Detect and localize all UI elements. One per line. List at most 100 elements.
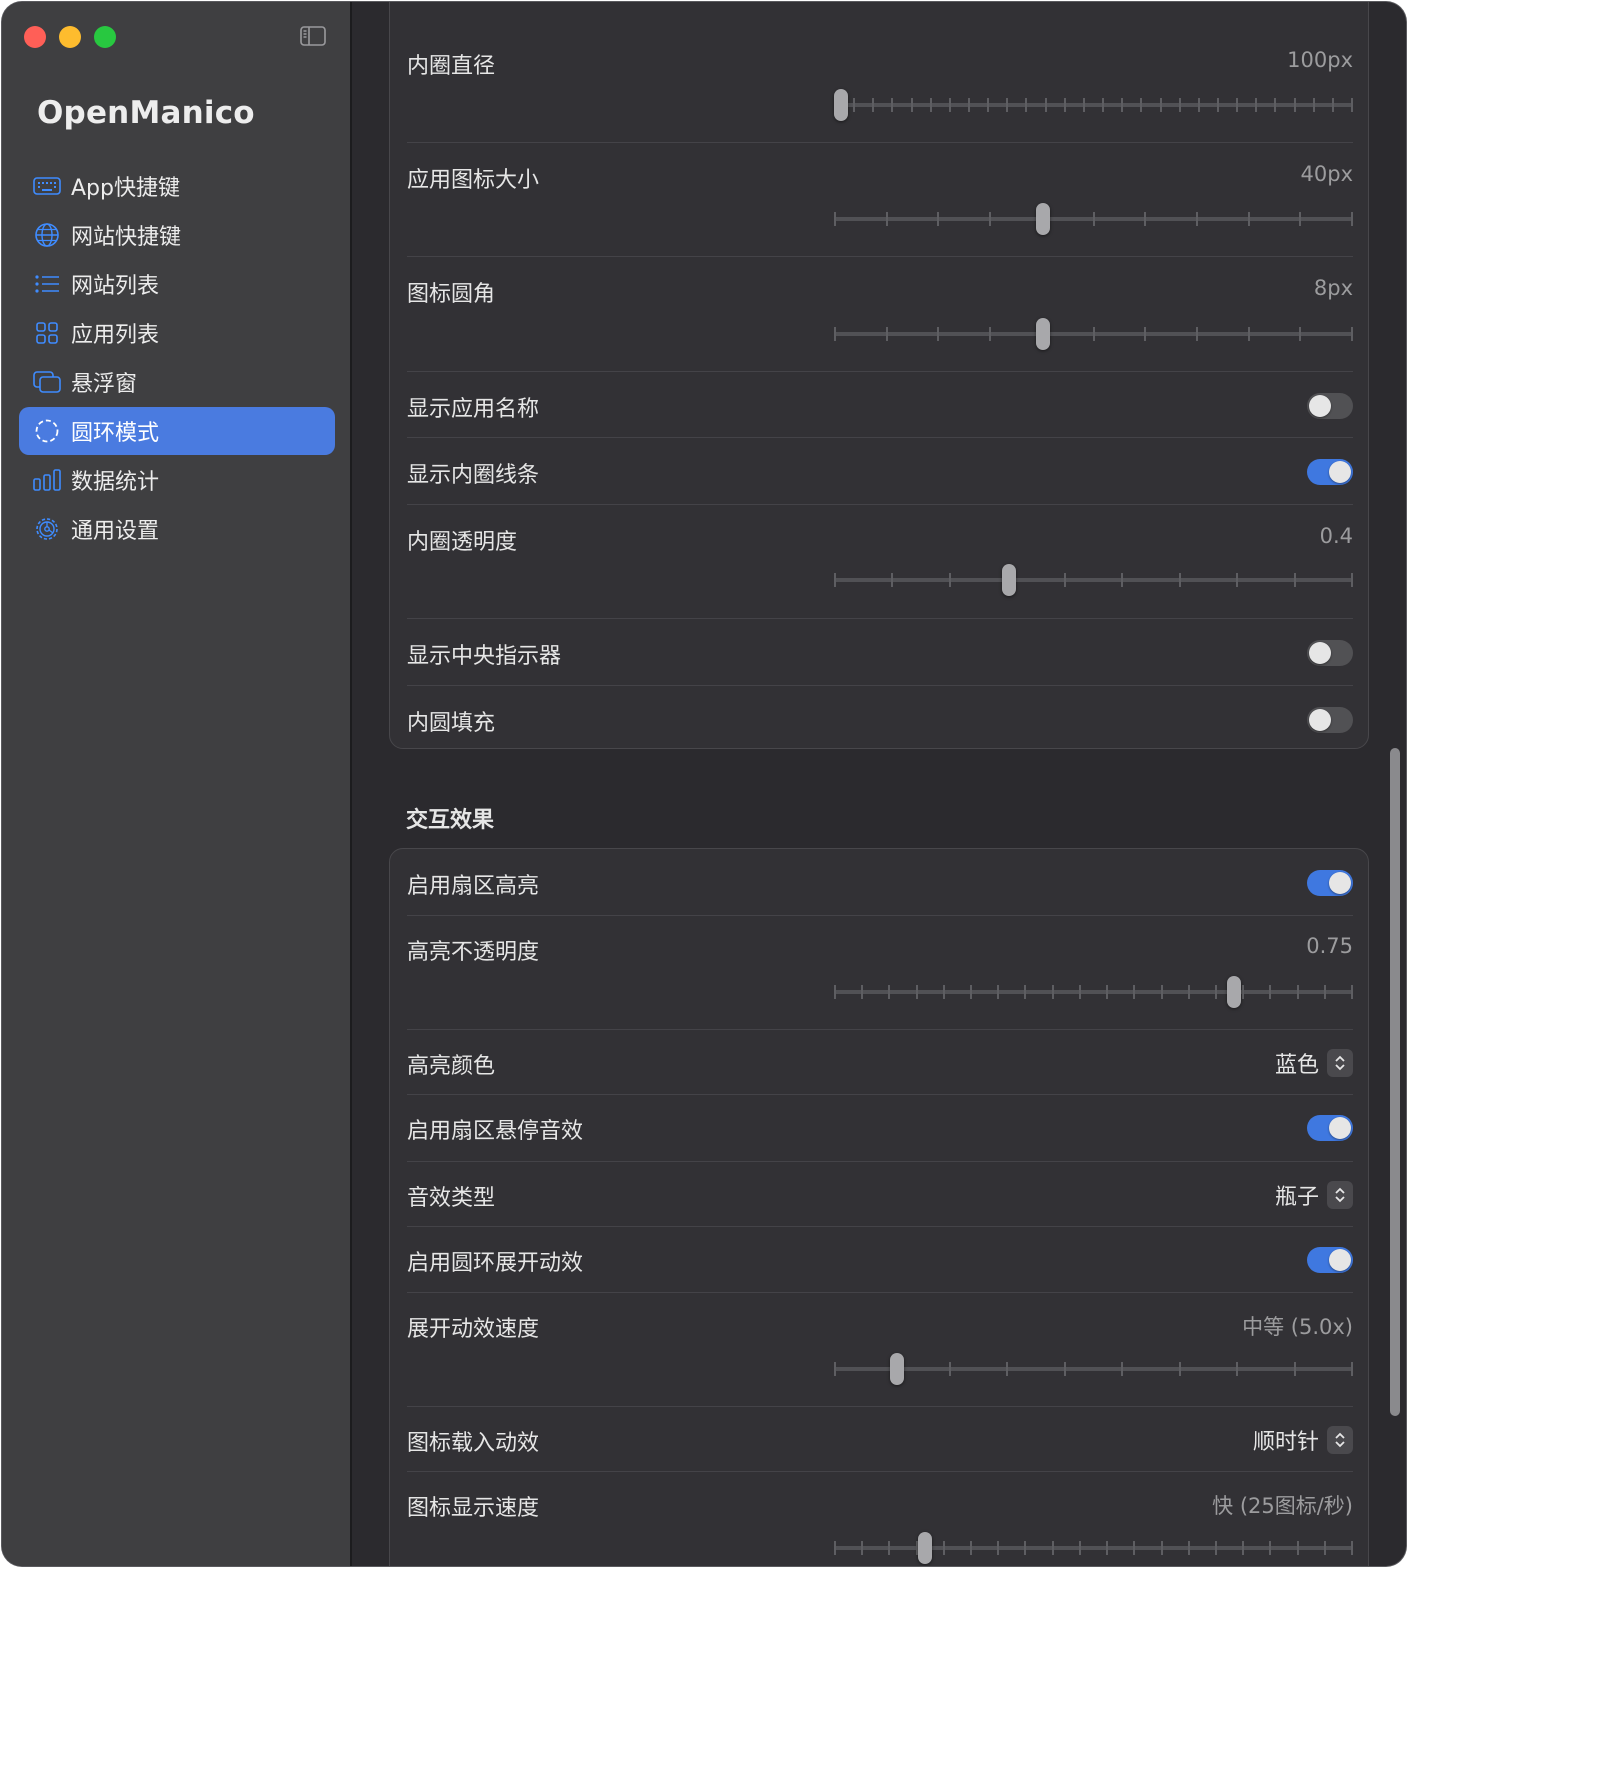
slider-thumb[interactable] — [1226, 976, 1241, 1008]
sidebar-item-app-list[interactable]: 应用列表 — [19, 309, 335, 357]
slider-tick — [1236, 573, 1239, 587]
icon-radius-slider[interactable] — [834, 317, 1353, 351]
slider-tick — [1006, 98, 1009, 112]
slider-tick — [888, 1541, 891, 1555]
icon-radius-row: 图标圆角 8px — [407, 256, 1353, 372]
slider-tick — [1195, 212, 1198, 226]
expand-anim-toggle[interactable] — [1307, 1247, 1353, 1273]
slider-tick — [1242, 1541, 1245, 1555]
slider-tick — [885, 212, 888, 226]
slider-tick — [834, 1541, 836, 1555]
slider-tick — [948, 98, 951, 112]
hover-sound-toggle[interactable] — [1307, 1115, 1353, 1141]
slider-tick — [834, 573, 836, 587]
highlight-opacity-row: 高亮不透明度 0.75 — [407, 915, 1353, 1030]
sidebar-item-website-shortcuts[interactable]: 网站快捷键 — [19, 211, 335, 259]
sidebar-item-website-list[interactable]: 网站列表 — [19, 260, 335, 308]
slider-tick — [1024, 1541, 1027, 1555]
slider-tick — [1159, 98, 1162, 112]
slider-tick — [1121, 573, 1124, 587]
show-inner-line-row: 显示内圈线条 — [407, 437, 1353, 505]
sector-highlight-label: 启用扇区高亮 — [407, 874, 540, 899]
slider-tick — [1178, 98, 1181, 112]
slider-tick — [929, 98, 932, 112]
expand-speed-slider[interactable] — [834, 1352, 1353, 1386]
slider-tick — [1242, 985, 1245, 999]
sidebar-item-app-shortcuts[interactable]: App快捷键 — [19, 162, 335, 210]
inner-diameter-value: 100px — [1287, 48, 1353, 72]
slider-tick — [1178, 1362, 1181, 1376]
highlight-opacity-slider[interactable] — [834, 975, 1353, 1009]
sidebar-item-label: App快捷键 — [71, 176, 180, 201]
slider-thumb[interactable] — [890, 1353, 905, 1385]
highlight-opacity-value: 0.75 — [1306, 934, 1353, 958]
slider-tick — [937, 212, 940, 226]
slider-tick — [1187, 985, 1190, 999]
icon-size-value: 40px — [1300, 162, 1353, 186]
slider-thumb[interactable] — [1036, 318, 1050, 350]
sidebar-item-ring-mode[interactable]: 圆环模式 — [19, 407, 335, 455]
icon-load-anim-value: 顺时针 — [1252, 1430, 1319, 1455]
close-window-button[interactable] — [24, 26, 46, 48]
show-app-name-toggle[interactable] — [1307, 393, 1353, 419]
slider-tick — [1299, 327, 1302, 341]
slider-tick — [1351, 212, 1353, 226]
zoom-window-button[interactable] — [94, 26, 116, 48]
slider-tick — [1063, 1362, 1066, 1376]
highlight-color-popup[interactable]: 蓝色 — [1275, 1047, 1353, 1079]
slider-tick — [1082, 98, 1085, 112]
sidebar-item-floating-window[interactable]: 悬浮窗 — [19, 358, 335, 406]
slider-tick — [1351, 98, 1353, 112]
app-title: OpenManico — [37, 95, 255, 131]
slider-thumb[interactable] — [1036, 203, 1050, 235]
sound-type-popup[interactable]: 瓶子 — [1275, 1179, 1353, 1211]
sector-highlight-row: 启用扇区高亮 — [407, 849, 1353, 916]
slider-track — [834, 578, 1353, 582]
slider-tick — [1025, 98, 1028, 112]
icon-load-anim-popup[interactable]: 顺时针 — [1253, 1424, 1353, 1456]
show-inner-line-toggle[interactable] — [1307, 459, 1353, 485]
highlight-color-row: 高亮颜色 蓝色 — [407, 1029, 1353, 1095]
center-indicator-row: 显示中央指示器 — [407, 618, 1353, 686]
sidebar-item-general-settings[interactable]: 通用设置 — [19, 505, 335, 553]
slider-tick — [1051, 985, 1054, 999]
slider-tick — [1106, 1541, 1109, 1555]
slider-tick — [1216, 98, 1219, 112]
sidebar-toggle-icon[interactable] — [300, 26, 326, 46]
inner-diameter-slider[interactable] — [834, 88, 1353, 122]
minimize-window-button[interactable] — [59, 26, 81, 48]
slider-tick — [970, 1541, 973, 1555]
slider-tick — [834, 327, 836, 341]
highlight-opacity-label: 高亮不透明度 — [407, 940, 540, 965]
center-indicator-toggle[interactable] — [1307, 640, 1353, 666]
icon-size-slider[interactable] — [834, 202, 1353, 236]
slider-thumb[interactable] — [1002, 564, 1017, 596]
icon-radius-value: 8px — [1313, 276, 1353, 300]
slider-tick — [891, 573, 894, 587]
app-window: OpenManico App快捷键 网站快捷键 网站列表 应用列表 悬浮窗 圆环… — [2, 2, 1406, 1566]
slider-tick — [1351, 1362, 1353, 1376]
slider-thumb[interactable] — [834, 89, 848, 121]
slider-tick — [1006, 1362, 1009, 1376]
inner-opacity-slider[interactable] — [834, 563, 1353, 597]
chevron-up-down-icon — [1327, 1181, 1353, 1209]
vertical-scrollbar[interactable] — [1390, 748, 1400, 1416]
slider-tick — [834, 985, 836, 999]
slider-thumb[interactable] — [918, 1532, 933, 1564]
sound-type-label: 音效类型 — [407, 1186, 496, 1211]
settings-content: 内圈直径 100px 应用图标大小 40px 图标圆角 8px 显示应用名称 显… — [352, 2, 1406, 1566]
slider-track — [834, 1546, 1353, 1550]
expand-speed-row: 展开动效速度 中等 (5.0x) — [407, 1292, 1353, 1407]
slider-tick — [1214, 1541, 1217, 1555]
sector-highlight-toggle[interactable] — [1307, 870, 1353, 896]
slider-tick — [1351, 985, 1353, 999]
sidebar-item-label: 圆环模式 — [71, 421, 160, 446]
inner-fill-toggle[interactable] — [1307, 707, 1353, 733]
slider-tick — [1299, 212, 1302, 226]
slider-tick — [1323, 1541, 1326, 1555]
slider-tick — [1293, 98, 1296, 112]
slider-tick — [1121, 1362, 1124, 1376]
icon-show-speed-slider[interactable] — [834, 1531, 1353, 1565]
sidebar-item-statistics[interactable]: 数据统计 — [19, 456, 335, 504]
highlight-color-label: 高亮颜色 — [407, 1054, 496, 1079]
